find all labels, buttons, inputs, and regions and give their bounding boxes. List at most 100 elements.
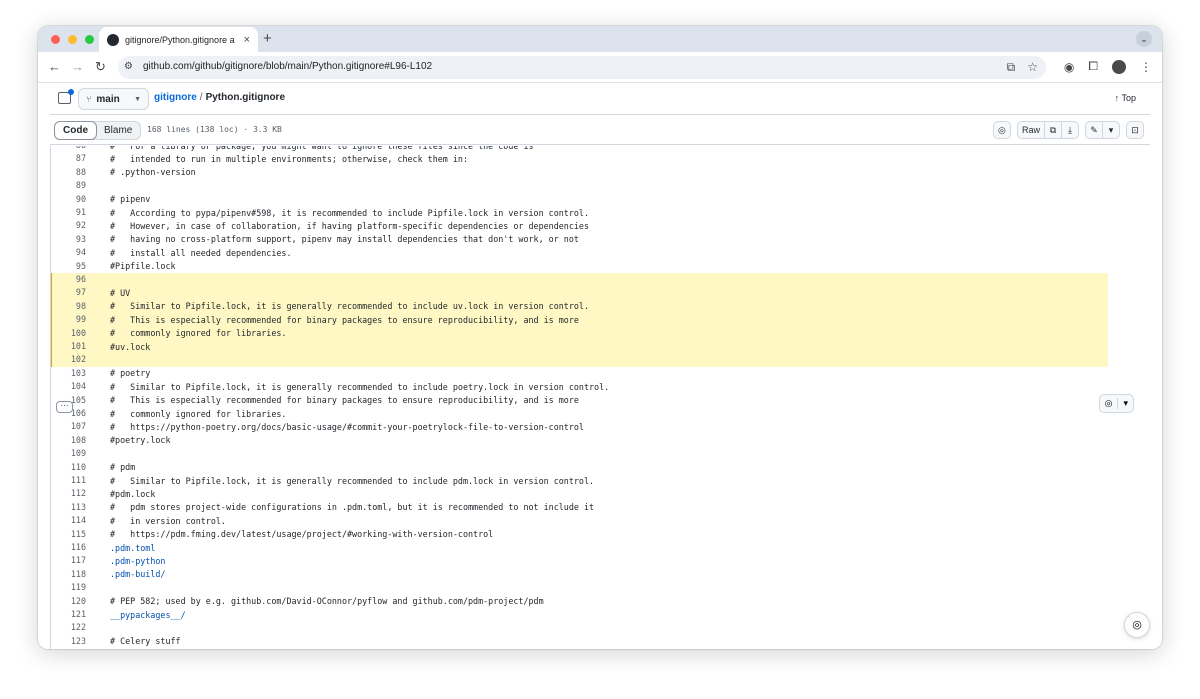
line-number[interactable]: 109 bbox=[50, 447, 86, 460]
code-line: 88 # .python-version bbox=[50, 166, 1108, 179]
line-number[interactable]: 116 bbox=[50, 541, 86, 554]
code-line: 110 # pdm bbox=[50, 461, 1108, 474]
blame-view-tab[interactable]: Blame bbox=[96, 122, 140, 139]
line-number[interactable]: 112 bbox=[50, 487, 86, 500]
copilot-chat-button[interactable]: ◎ bbox=[1124, 612, 1150, 638]
line-number[interactable]: 110 bbox=[50, 461, 86, 474]
code-line: 116 .pdm.toml bbox=[50, 541, 1108, 554]
extension-shield-icon[interactable]: ◉ bbox=[1064, 60, 1074, 74]
edit-options-chevron-icon[interactable]: ▾ bbox=[1102, 121, 1120, 139]
line-number[interactable]: 108 bbox=[50, 434, 86, 447]
symbols-panel-icon[interactable]: ⊡ bbox=[1126, 121, 1144, 139]
copy-raw-icon[interactable]: ⧉ bbox=[1044, 121, 1062, 139]
line-number[interactable]: 119 bbox=[50, 581, 86, 594]
line-number[interactable]: 115 bbox=[50, 528, 86, 541]
line-number[interactable]: 91 bbox=[50, 206, 86, 219]
line-number[interactable]: 121 bbox=[50, 608, 86, 621]
line-number[interactable]: 97 bbox=[50, 286, 86, 299]
minimize-window-button[interactable] bbox=[68, 35, 77, 44]
tab-search-icon[interactable]: ⌄ bbox=[1136, 31, 1152, 47]
address-bar-actions: ⧉ ☆ bbox=[1007, 60, 1038, 75]
line-number[interactable]: 114 bbox=[50, 514, 86, 527]
line-content: # .python-version bbox=[110, 167, 196, 178]
copilot-line-actions[interactable]: ◎ ▾ bbox=[1098, 394, 1134, 413]
line-number[interactable]: 120 bbox=[50, 595, 86, 608]
line-number[interactable]: 118 bbox=[50, 568, 86, 581]
new-tab-button[interactable]: + bbox=[263, 30, 272, 48]
copilot-icon[interactable]: ◎ bbox=[992, 121, 1011, 139]
line-content: # For a library or package, you might wa… bbox=[110, 146, 534, 151]
line-content: .pdm-python bbox=[110, 556, 166, 567]
line-number[interactable]: 93 bbox=[50, 233, 86, 246]
edit-pencil-icon[interactable]: ✎ bbox=[1085, 121, 1103, 139]
line-content: # However, in case of collaboration, if … bbox=[110, 221, 590, 232]
line-number[interactable]: 104 bbox=[50, 380, 86, 393]
install-app-icon[interactable]: ⧉ bbox=[1007, 60, 1016, 75]
download-icon[interactable]: ⤓ bbox=[1061, 121, 1079, 139]
browser-window: gitignore/Python.gitignore at × + ⌄ ← → … bbox=[38, 26, 1162, 649]
site-settings-icon[interactable]: ⚙ bbox=[124, 61, 133, 72]
line-content: # This is especially recommended for bin… bbox=[110, 314, 579, 325]
code-line: 114 # in version control. bbox=[50, 514, 1108, 527]
line-number[interactable]: 122 bbox=[50, 621, 86, 634]
line-number[interactable]: 92 bbox=[50, 219, 86, 232]
line-number[interactable]: 88 bbox=[50, 166, 86, 179]
code-line: 96 bbox=[50, 273, 1108, 287]
line-number[interactable]: 107 bbox=[50, 420, 86, 433]
code-line: 91 # According to pypa/pipenv#598, it is … bbox=[50, 206, 1108, 219]
line-number[interactable]: 123 bbox=[50, 635, 86, 648]
line-number[interactable]: 94 bbox=[50, 246, 86, 259]
line-number[interactable]: 96 bbox=[50, 273, 86, 286]
line-number[interactable]: 113 bbox=[50, 501, 86, 514]
back-button[interactable]: ← bbox=[48, 59, 61, 75]
line-number[interactable]: 102 bbox=[50, 353, 86, 366]
code-line: 95 #Pipfile.lock bbox=[50, 260, 1108, 273]
title-bar: gitignore/Python.gitignore at × + ⌄ bbox=[38, 26, 1162, 52]
code-line: 104 # Similar to Pipfile.lock, it is gene… bbox=[50, 380, 1108, 393]
line-options-button[interactable]: ··· bbox=[56, 401, 73, 413]
browser-menu-icon[interactable]: ⋮ bbox=[1140, 60, 1152, 74]
profile-avatar[interactable] bbox=[1112, 59, 1126, 74]
browser-tab[interactable]: gitignore/Python.gitignore at × bbox=[99, 27, 258, 52]
line-number[interactable]: 117 bbox=[50, 554, 86, 567]
raw-actions-group: Raw ⧉ ⤓ bbox=[1016, 121, 1079, 139]
zoom-window-button[interactable] bbox=[85, 35, 94, 44]
line-number[interactable]: 90 bbox=[50, 193, 86, 206]
code-line: 115 # https://pdm.fming.dev/latest/usage/… bbox=[50, 528, 1108, 541]
line-content: # having no cross-platform support, pipe… bbox=[110, 234, 579, 245]
line-number[interactable]: 89 bbox=[50, 179, 86, 192]
line-content: # PEP 582; used by e.g. github.com/David… bbox=[110, 596, 544, 607]
code-line: 101 #uv.lock bbox=[50, 340, 1108, 354]
line-content: # https://python-poetry.org/docs/basic-u… bbox=[110, 422, 584, 433]
url-text[interactable]: github.com/github/gitignore/blob/main/Py… bbox=[143, 61, 432, 72]
branch-selector[interactable]: ⑂ main ▼ bbox=[78, 88, 149, 110]
back-to-top-button[interactable]: ↑ Top bbox=[1115, 93, 1136, 103]
line-content: # poetry bbox=[110, 368, 151, 379]
file-tree-toggle-icon[interactable] bbox=[58, 89, 74, 104]
copilot-icon[interactable]: ◎ bbox=[1100, 398, 1118, 409]
bookmark-star-icon[interactable]: ☆ bbox=[1027, 60, 1038, 75]
code-line: 121 __pypackages__/ bbox=[50, 608, 1108, 621]
code-view-tab[interactable]: Code bbox=[54, 121, 97, 140]
tab-close-icon[interactable]: × bbox=[244, 34, 250, 46]
breadcrumb-repo-link[interactable]: gitignore bbox=[154, 92, 197, 103]
forward-button[interactable]: → bbox=[71, 59, 84, 75]
file-stats: 168 lines (138 loc) · 3.3 KB bbox=[147, 125, 282, 134]
line-number[interactable]: 99 bbox=[50, 313, 86, 326]
extensions-puzzle-icon[interactable]: ⧠ bbox=[1088, 59, 1098, 74]
line-content: # intended to run in multiple environmen… bbox=[110, 154, 468, 165]
close-window-button[interactable] bbox=[51, 35, 60, 44]
address-bar[interactable]: ⚙ github.com/github/gitignore/blob/main/… bbox=[118, 56, 1046, 79]
line-number[interactable]: 103 bbox=[50, 367, 86, 380]
line-number[interactable]: 111 bbox=[50, 474, 86, 487]
line-number[interactable]: 87 bbox=[50, 152, 86, 165]
reload-button[interactable]: ↻ bbox=[95, 59, 106, 75]
line-number[interactable]: 86 bbox=[50, 146, 86, 152]
line-content: # This is especially recommended for bin… bbox=[110, 395, 579, 406]
line-number[interactable]: 101 bbox=[50, 340, 86, 353]
line-number[interactable]: 98 bbox=[50, 300, 86, 313]
raw-button[interactable]: Raw bbox=[1016, 121, 1045, 139]
chevron-down-icon[interactable]: ▾ bbox=[1117, 398, 1133, 409]
line-number[interactable]: 100 bbox=[50, 327, 86, 340]
line-number[interactable]: 95 bbox=[50, 260, 86, 273]
